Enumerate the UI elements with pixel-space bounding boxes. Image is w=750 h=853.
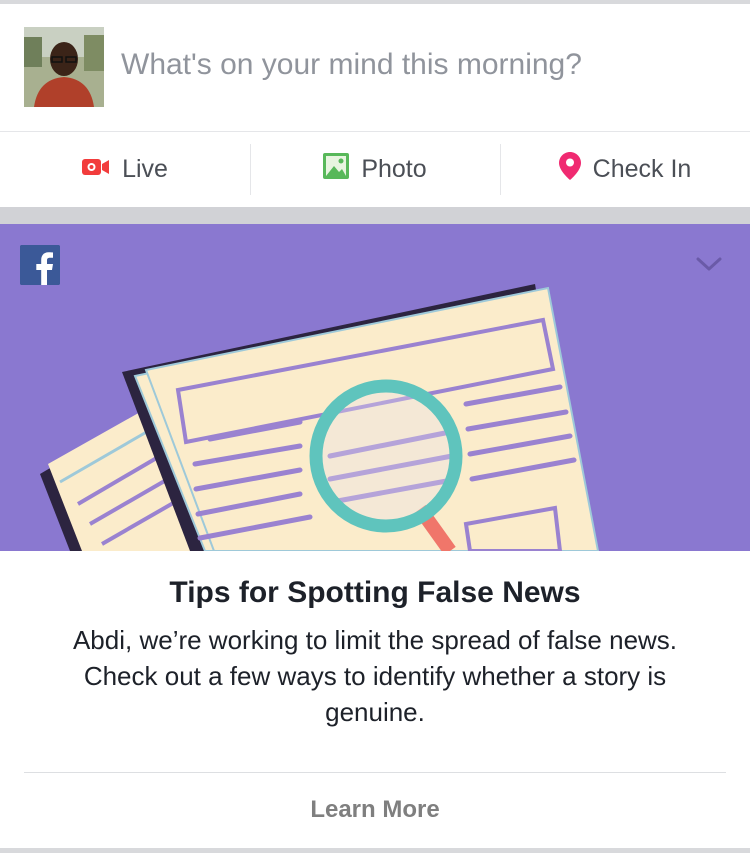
check-in-button[interactable]: Check In — [500, 132, 750, 207]
facebook-logo — [20, 245, 60, 285]
card-divider — [24, 772, 726, 773]
avatar-photo — [24, 27, 104, 107]
chevron-down-icon[interactable] — [694, 252, 724, 276]
learn-more-button[interactable]: Learn More — [0, 796, 750, 824]
photo-label: Photo — [361, 155, 427, 183]
user-avatar[interactable] — [24, 27, 104, 107]
live-label: Live — [122, 155, 168, 183]
section-separator — [0, 207, 750, 224]
live-button[interactable]: Live — [0, 132, 250, 207]
bottom-divider — [0, 848, 750, 853]
location-pin-icon — [558, 152, 581, 187]
photo-button[interactable]: Photo — [250, 132, 500, 207]
false-news-tips-card: Tips for Spotting False News Abdi, we’re… — [0, 224, 750, 848]
composer-prompt[interactable]: What's on your mind this morning? — [121, 48, 582, 82]
card-body: Abdi, we’re working to limit the spread … — [72, 625, 678, 727]
photo-icon — [323, 153, 350, 186]
newspaper-magnifier-illustration — [0, 224, 750, 551]
check-in-label: Check In — [592, 155, 692, 183]
status-composer[interactable]: What's on your mind this morning? — [0, 4, 750, 131]
card-title: Tips for Spotting False News — [169, 576, 581, 609]
hero-illustration — [0, 224, 750, 551]
composer-actions: Live Photo Check In — [0, 132, 750, 207]
live-video-icon — [82, 155, 110, 184]
